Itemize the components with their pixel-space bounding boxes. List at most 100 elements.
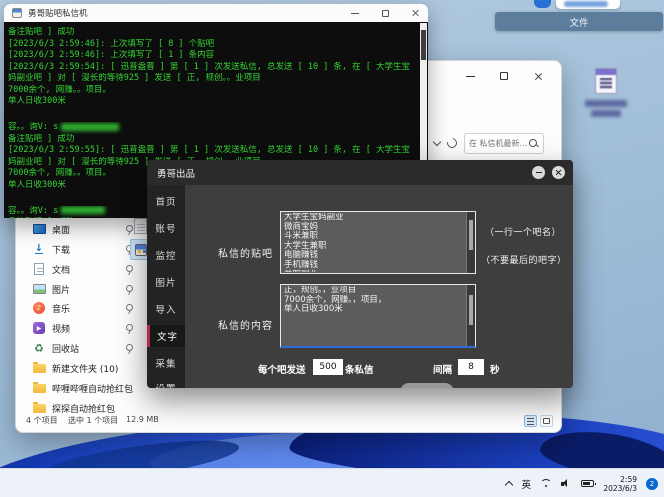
- pin-icon[interactable]: [124, 303, 134, 313]
- console-line-text: 容。。询V: s: [8, 122, 59, 132]
- blurred-contact-info: [61, 122, 120, 131]
- per-bar-prefix-label: 每个吧发送: [258, 365, 306, 376]
- recycle-bin-icon: ♻: [34, 341, 44, 355]
- maximize-icon: [500, 72, 508, 80]
- partial-window-tab: [556, 0, 620, 9]
- console-line: [2023/6/3 2:59:46]: 上次填写了 [ 8 ] 个贴吧: [8, 38, 215, 49]
- documents-icon: [32, 263, 46, 276]
- console-line: 容。。询V: s: [8, 122, 418, 134]
- nav-item-settings[interactable]: 设置: [147, 377, 185, 388]
- nav-item-collect[interactable]: 采集: [147, 352, 185, 374]
- close-button[interactable]: [408, 6, 422, 20]
- pin-icon[interactable]: [124, 343, 134, 353]
- sidebar-item-label: 新建文件夹 (10): [52, 364, 119, 375]
- nav-item-import[interactable]: 导入: [147, 298, 185, 320]
- app-window-controls: [532, 166, 565, 179]
- content-textarea[interactable]: 正，规创。，业项目 7000余个，网赚。，项目， 单人日收300米: [280, 284, 476, 348]
- refresh-icon[interactable]: [445, 136, 459, 150]
- hint-no-ba-suffix: （不要最后的吧字）: [481, 256, 567, 266]
- view-toggles: [524, 415, 553, 427]
- nav-item-images[interactable]: 图片: [147, 271, 185, 293]
- sidebar-item-label: 下载: [52, 245, 71, 256]
- desktop-icon: [32, 223, 46, 236]
- tray-overflow-icon[interactable]: [505, 480, 514, 490]
- maximize-button[interactable]: [493, 68, 515, 84]
- interval-input[interactable]: [458, 359, 484, 375]
- close-icon: [534, 72, 543, 81]
- sidebar-item-label: 回收站: [52, 344, 80, 355]
- search-input[interactable]: [469, 133, 529, 153]
- text-file-icon[interactable]: [134, 218, 147, 234]
- scrollbar-thumb[interactable]: [469, 295, 473, 325]
- app-content: 私信的贴吧 大学生宝妈副业 微商宝妈 斗米兼职 大学生兼职 电脑赚钱 手机赚钱 …: [185, 185, 573, 388]
- blurred-contact-info: [61, 206, 106, 214]
- sidebar-item-folder[interactable]: 哔喱哔喱自动抢红包: [26, 379, 138, 397]
- app-window: 勇哥出品 首页 账号 监控 图片 导入 文字 采集 设置 私信的贴吧 大学生宝妈…: [147, 160, 573, 388]
- close-button[interactable]: [552, 166, 565, 179]
- explorer-search-box[interactable]: [464, 132, 544, 154]
- scrollbar-thumb[interactable]: [421, 30, 426, 60]
- nav-item-text[interactable]: 文字: [147, 325, 185, 347]
- pictures-icon: [32, 283, 46, 296]
- per-bar-count-input[interactable]: [313, 359, 343, 375]
- ime-indicator[interactable]: 英: [521, 477, 531, 491]
- details-view-button[interactable]: [524, 415, 537, 427]
- start-messaging-button[interactable]: 开始私信: [400, 383, 454, 388]
- maximize-button[interactable]: [378, 6, 392, 20]
- terminal-title: 勇哥贴吧私信机: [28, 9, 88, 19]
- terminal-app-icon: [12, 8, 22, 18]
- speaker-icon[interactable]: [561, 479, 572, 488]
- minimize-button[interactable]: [348, 6, 362, 20]
- scrollbar-thumb[interactable]: [469, 220, 473, 250]
- notification-badge[interactable]: 2: [646, 477, 658, 490]
- sidebar-item-recycle-bin[interactable]: ♻ 回收站: [26, 339, 138, 357]
- console-line: 妈副业吧 ] 对 [ 漫长的等待925 ] 发送 [ 正, 规创。。业项目: [8, 73, 261, 83]
- nav-item-account[interactable]: 账号: [147, 217, 185, 239]
- minimize-button[interactable]: [459, 68, 481, 84]
- app-file-icon: [134, 243, 147, 256]
- bars-textarea-value: 大学生宝妈副业 微商宝妈 斗米兼职 大学生兼职 电脑赚钱 手机赚钱 兼职副业: [284, 213, 344, 272]
- file-menu-button[interactable]: 文件: [495, 12, 663, 31]
- sidebar-item-documents[interactable]: 文档: [26, 260, 138, 278]
- terminal-titlebar[interactable]: 勇哥贴吧私信机: [4, 4, 428, 22]
- videos-icon: ▶: [32, 322, 46, 335]
- sidebar-item-pictures[interactable]: 图片: [26, 280, 138, 298]
- app-shortcut-icon: [595, 68, 617, 94]
- thumbnail-view-button[interactable]: [540, 415, 553, 427]
- close-button[interactable]: [527, 68, 549, 84]
- interval-unit-label: 秒: [490, 365, 500, 376]
- nav-item-home[interactable]: 首页: [147, 190, 185, 212]
- sidebar-item-videos[interactable]: ▶ 视频: [26, 319, 138, 337]
- content-field-label: 私信的内容: [218, 321, 273, 332]
- pin-icon[interactable]: [124, 323, 134, 333]
- desktop: 文件 桌面 ↓ 下载: [0, 0, 664, 497]
- wifi-icon[interactable]: [540, 479, 552, 489]
- bars-textarea[interactable]: 大学生宝妈副业 微商宝妈 斗米兼职 大学生兼职 电脑赚钱 手机赚钱 兼职副业: [280, 211, 476, 274]
- console-line: [2023/6/3 2:59:54]: [ 迅普盎晋 ] 第 [ 1 ] 次发送…: [8, 61, 411, 72]
- pin-icon[interactable]: [124, 284, 134, 294]
- folder-icon: [32, 361, 46, 375]
- battery-icon[interactable]: [581, 480, 596, 487]
- folder-icon: [32, 381, 46, 395]
- sidebar-item-music[interactable]: ♪ 音乐: [26, 299, 138, 317]
- app-title: 勇哥出品: [157, 168, 196, 180]
- selected-size: 12.9 MB: [126, 415, 159, 424]
- app-titlebar[interactable]: 勇哥出品: [147, 160, 573, 185]
- file-menu-label: 文件: [569, 17, 589, 29]
- sidebar-item-folder[interactable]: 新建文件夹 (10): [26, 359, 138, 377]
- sidebar-item-downloads[interactable]: ↓ 下载: [26, 240, 138, 258]
- sidebar-item-desktop[interactable]: 桌面: [26, 220, 138, 238]
- desktop-shortcut[interactable]: [584, 68, 628, 120]
- chevron-down-icon[interactable]: [432, 137, 442, 146]
- maximize-icon: [381, 9, 389, 17]
- close-icon: [411, 9, 420, 18]
- textarea-scrollbar[interactable]: [466, 285, 475, 346]
- thumbnail-view-icon: [543, 418, 550, 424]
- nav-item-monitor[interactable]: 监控: [147, 244, 185, 266]
- textarea-scrollbar[interactable]: [466, 212, 475, 273]
- minimize-button[interactable]: [532, 166, 545, 179]
- sidebar-item-label: 桌面: [52, 225, 71, 236]
- taskbar-clock[interactable]: 2:59 2023/6/3: [603, 475, 637, 493]
- clock-date: 2023/6/3: [603, 483, 637, 493]
